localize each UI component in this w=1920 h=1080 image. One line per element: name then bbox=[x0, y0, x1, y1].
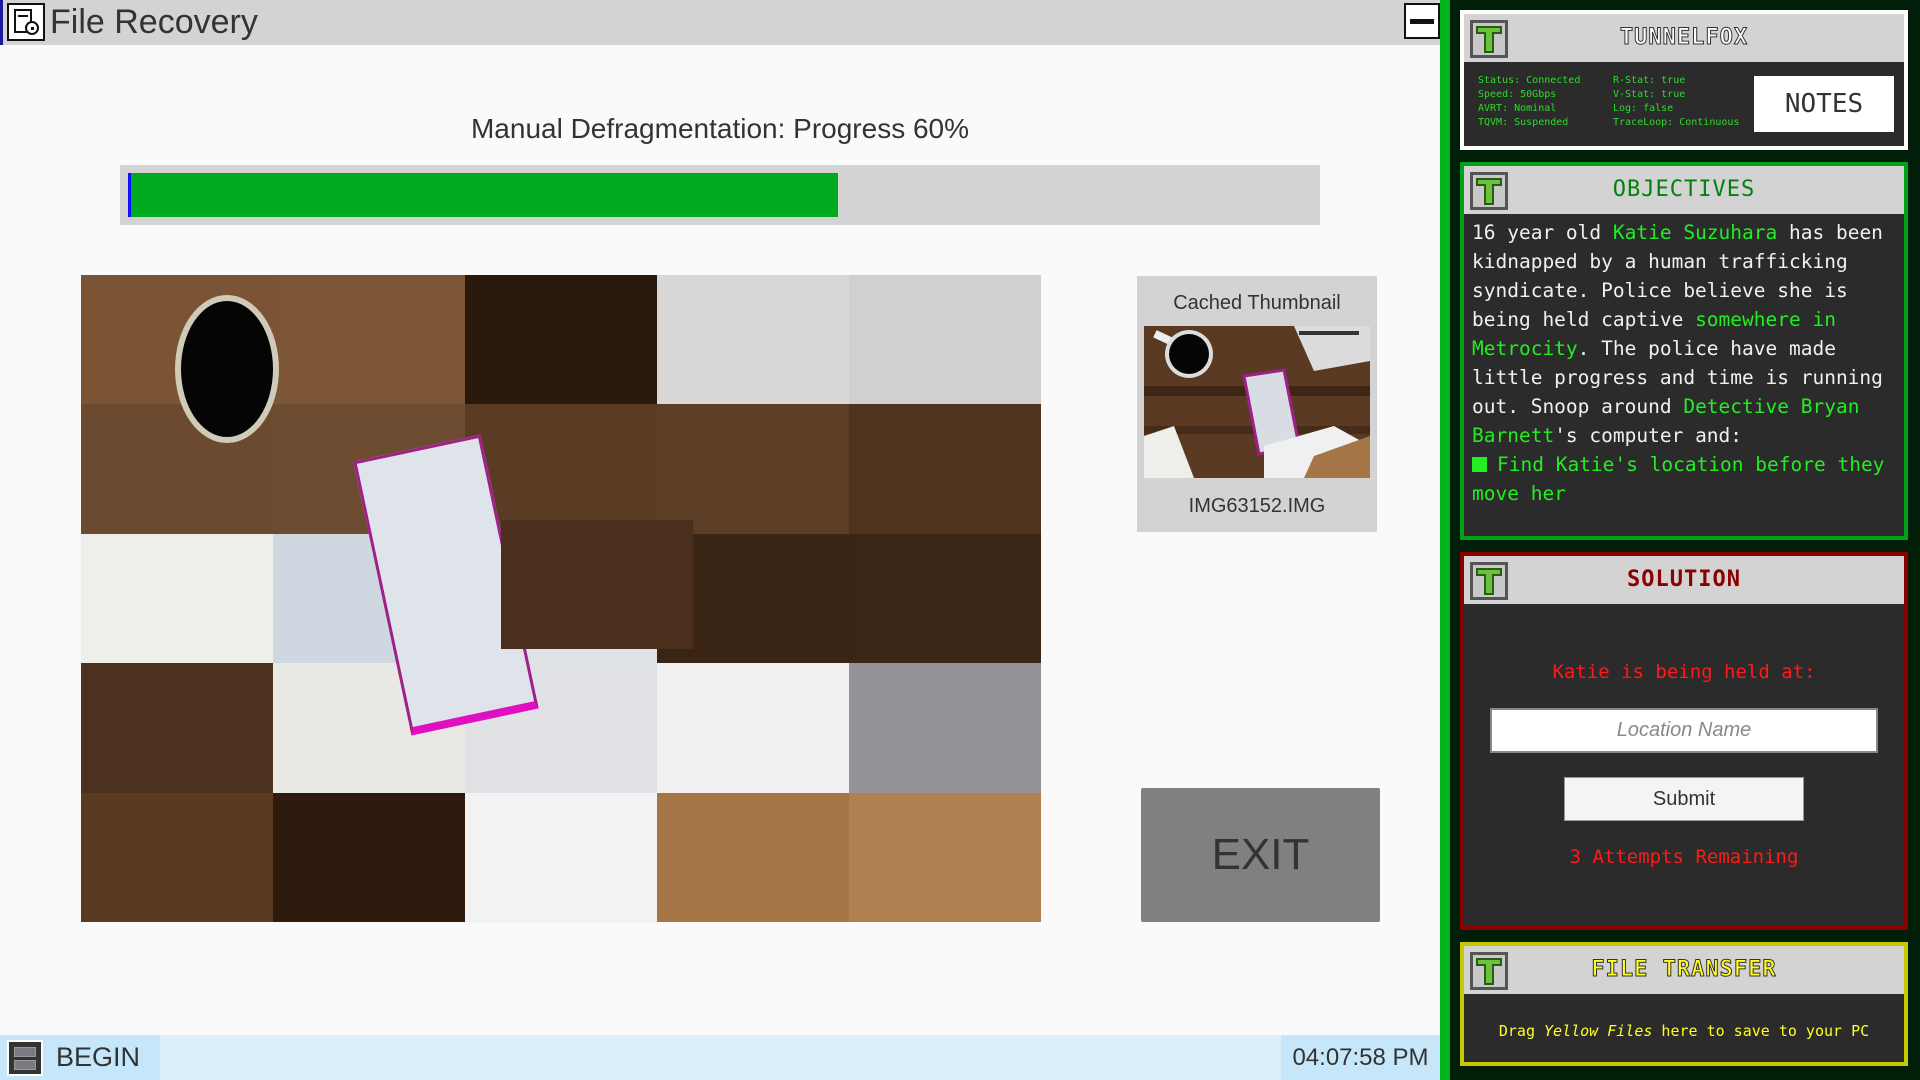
stat-rstat: R-Stat: true bbox=[1613, 75, 1686, 86]
begin-menu-icon bbox=[7, 1040, 43, 1076]
puzzle-tile[interactable] bbox=[657, 275, 849, 405]
objective-text-part: 16 year old bbox=[1472, 221, 1613, 244]
solution-panel: SOLUTION Katie is being held at: Submit … bbox=[1460, 552, 1908, 930]
objective-text-part: 's computer and: bbox=[1554, 424, 1743, 447]
taskbar-clock: 04:07:58 PM bbox=[1281, 1035, 1440, 1080]
stat-traceloop: TraceLoop: Continuous bbox=[1613, 117, 1740, 128]
puzzle-tile[interactable] bbox=[501, 520, 693, 649]
begin-button[interactable]: BEGIN bbox=[0, 1035, 160, 1080]
panel-divider bbox=[1440, 0, 1450, 1080]
goal-text: Find Katie's location before they move h… bbox=[1472, 453, 1885, 505]
puzzle-tile[interactable] bbox=[849, 792, 1041, 922]
location-name-input[interactable] bbox=[1490, 708, 1878, 753]
solution-prompt: Katie is being held at: bbox=[1552, 661, 1816, 683]
tunnelfox-panel: TUNNELFOX Status: Connected Speed: 50Gbp… bbox=[1460, 10, 1908, 150]
stat-avrt: AVRT: Nominal bbox=[1478, 103, 1557, 114]
exit-button[interactable]: EXIT bbox=[1141, 788, 1380, 922]
window-title: File Recovery bbox=[50, 3, 258, 41]
coffee-cup-graphic bbox=[175, 295, 279, 443]
begin-label: BEGIN bbox=[56, 1042, 141, 1072]
puzzle-tile[interactable] bbox=[81, 663, 273, 793]
stat-speed: Speed: 50Gbps bbox=[1478, 89, 1557, 100]
thumbnail-filename: IMG63152.IMG bbox=[1188, 495, 1326, 517]
file-transfer-instructions: Drag Yellow Files here to save to your P… bbox=[1464, 1022, 1904, 1040]
puzzle-tile[interactable] bbox=[657, 663, 849, 793]
puzzle-tile[interactable] bbox=[657, 404, 849, 534]
puzzle-tile[interactable] bbox=[849, 404, 1041, 534]
cached-thumbnail-card: Cached Thumbnail IMG63152.IMG bbox=[1137, 276, 1377, 532]
progress-fill bbox=[128, 173, 839, 217]
stat-log: Log: false bbox=[1613, 103, 1674, 114]
puzzle-tile[interactable] bbox=[849, 663, 1041, 793]
objectives-panel: OBJECTIVES 16 year old Katie Suzuhara ha… bbox=[1460, 162, 1908, 540]
puzzle-tile[interactable] bbox=[849, 533, 1041, 664]
checkbox-icon bbox=[1472, 457, 1487, 472]
panel-title: OBJECTIVES bbox=[1612, 177, 1756, 202]
stat-vstat: V-Stat: true bbox=[1613, 89, 1686, 100]
victim-name: Katie Suzuhara bbox=[1612, 221, 1778, 244]
file-recovery-window: File Recovery Manual Defragmentation: Pr… bbox=[0, 0, 1440, 1080]
notes-button[interactable]: NOTES bbox=[1754, 76, 1894, 132]
stat-status: Status: Connected bbox=[1478, 75, 1581, 86]
panel-title: TUNNELFOX bbox=[1619, 25, 1749, 51]
file-recovery-icon bbox=[7, 3, 45, 41]
stats-right: R-Stat: true V-Stat: true Log: false Tra… bbox=[1613, 74, 1739, 130]
panel-title: SOLUTION bbox=[1627, 567, 1741, 592]
puzzle-tile[interactable] bbox=[657, 792, 849, 922]
puzzle-tile[interactable] bbox=[465, 792, 657, 922]
progress-label: Manual Defragmentation: Progress 60% bbox=[470, 113, 970, 144]
minimize-button[interactable] bbox=[1404, 3, 1440, 39]
puzzle-tile[interactable] bbox=[81, 792, 273, 922]
puzzle-tile[interactable] bbox=[465, 275, 657, 405]
title-bar[interactable]: File Recovery bbox=[0, 0, 1440, 45]
transfer-text-part: Drag bbox=[1498, 1022, 1545, 1040]
puzzle-tile[interactable] bbox=[849, 275, 1041, 405]
panel-title: FILE TRANSFER bbox=[1591, 957, 1777, 983]
stat-tqvm: TQVM: Suspended bbox=[1478, 117, 1569, 128]
submit-button[interactable]: Submit bbox=[1564, 777, 1804, 821]
transfer-text-emphasis: Yellow Files bbox=[1544, 1022, 1653, 1040]
puzzle-tile[interactable] bbox=[273, 792, 465, 922]
objective-goal: Find Katie's location before they move h… bbox=[1472, 450, 1902, 508]
transfer-text-part: here to save to your PC bbox=[1652, 1022, 1870, 1040]
puzzle-tile[interactable] bbox=[273, 275, 465, 405]
attempts-remaining: 3 Attempts Remaining bbox=[1569, 846, 1799, 868]
defrag-puzzle-grid[interactable] bbox=[81, 275, 1041, 922]
taskbar: BEGIN 04:07:58 PM bbox=[0, 1035, 1440, 1080]
thumbnail-image bbox=[1144, 326, 1370, 478]
objectives-text: 16 year old Katie Suzuhara has been kidn… bbox=[1472, 218, 1902, 508]
stats-left: Status: Connected Speed: 50Gbps AVRT: No… bbox=[1478, 74, 1580, 130]
thumbnail-title: Cached Thumbnail bbox=[1173, 292, 1341, 314]
file-transfer-panel[interactable]: FILE TRANSFER Drag Yellow Files here to … bbox=[1460, 942, 1908, 1066]
progress-bar bbox=[120, 165, 1320, 225]
puzzle-tile[interactable] bbox=[81, 533, 273, 664]
